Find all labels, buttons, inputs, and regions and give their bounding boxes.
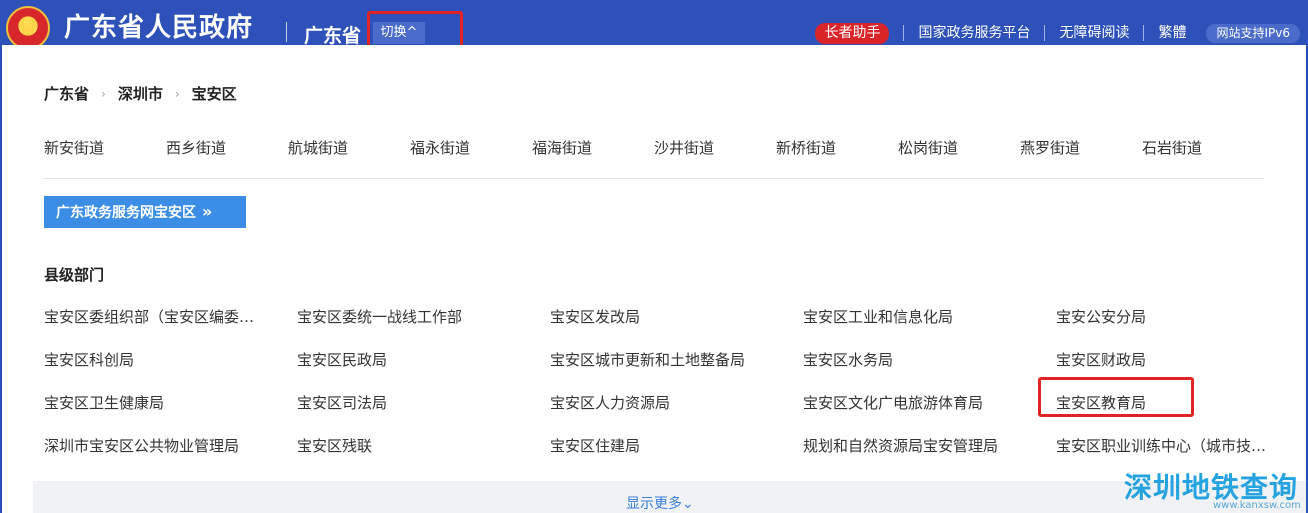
department-item[interactable]: 规划和自然资源局宝安管理局: [803, 435, 1056, 478]
department-item[interactable]: 宝安区委组织部（宝安区编委办）: [44, 306, 297, 349]
elder-mode-button[interactable]: 长者助手: [815, 22, 890, 44]
street-item[interactable]: 燕罗街道: [1020, 137, 1142, 158]
header-divider: [286, 22, 287, 42]
show-more-label: 显示更多: [626, 496, 682, 512]
department-item[interactable]: 宝安区委统一战线工作部: [297, 306, 550, 349]
link-traditional-chinese[interactable]: 繁體: [1143, 25, 1200, 41]
link-national-service-platform[interactable]: 国家政务服务平台: [903, 25, 1044, 41]
section-divider: [44, 178, 1264, 179]
street-item[interactable]: 石岩街道: [1142, 137, 1264, 158]
site-title[interactable]: 广东省人民政府: [64, 7, 253, 44]
street-item[interactable]: 新桥街道: [776, 137, 898, 158]
breadcrumb-district[interactable]: 宝安区: [192, 83, 237, 104]
department-item[interactable]: 深圳市宝安区公共物业管理局: [44, 435, 297, 478]
department-item[interactable]: 宝安区人力资源局: [550, 392, 803, 435]
street-item[interactable]: 航城街道: [288, 137, 410, 158]
breadcrumb: 广东省 › 深圳市 › 宝安区: [44, 83, 237, 104]
region-dropdown-panel: 广东省 › 深圳市 › 宝安区 新安街道 西乡街道 航城街道 福永街道 福海街道…: [2, 45, 1308, 513]
breadcrumb-separator-icon: ›: [101, 86, 106, 101]
department-item[interactable]: 宝安区残联: [297, 435, 550, 478]
street-item[interactable]: 松岗街道: [898, 137, 1020, 158]
department-item[interactable]: 宝安区城市更新和土地整备局: [550, 349, 803, 392]
street-list: 新安街道 西乡街道 航城街道 福永街道 福海街道 沙井街道 新桥街道 松岗街道 …: [44, 137, 1264, 158]
link-accessible-reading[interactable]: 无障碍阅读: [1044, 25, 1143, 41]
department-item[interactable]: 宝安公安分局: [1056, 306, 1308, 349]
department-item[interactable]: 宝安区水务局: [803, 349, 1056, 392]
current-province: 广东省: [304, 25, 362, 47]
breadcrumb-city[interactable]: 深圳市: [118, 83, 163, 104]
section-title-county-departments: 县级部门: [44, 266, 105, 284]
street-item[interactable]: 西乡街道: [166, 137, 288, 158]
highlight-frame-education-bureau: [1038, 377, 1194, 417]
street-item[interactable]: 福永街道: [410, 137, 532, 158]
national-emblem-icon: ★: [6, 6, 50, 50]
department-item[interactable]: 宝安区卫生健康局: [44, 392, 297, 435]
guangdong-service-portal-button[interactable]: 广东政务服务网宝安区 »: [44, 196, 246, 228]
department-item[interactable]: 宝安区司法局: [297, 392, 550, 435]
double-chevron-right-icon: »: [202, 202, 213, 221]
department-item[interactable]: 宝安区住建局: [550, 435, 803, 478]
department-item[interactable]: 宝安区工业和信息化局: [803, 306, 1056, 349]
chevron-down-icon: ⌄: [682, 496, 694, 512]
department-item[interactable]: 宝安区发改局: [550, 306, 803, 349]
street-item[interactable]: 新安街道: [44, 137, 166, 158]
street-item[interactable]: 福海街道: [532, 137, 654, 158]
breadcrumb-separator-icon: ›: [174, 86, 180, 101]
breadcrumb-province[interactable]: 广东省: [44, 83, 89, 104]
show-more-bar[interactable]: 显示更多⌄: [33, 481, 1306, 513]
ipv6-badge: 网站支持IPv6: [1206, 23, 1300, 43]
department-item[interactable]: 宝安区科创局: [44, 349, 297, 392]
top-header: ★ 广东省人民政府 广东省 切换^ 长者助手 国家政务服务平台 无障碍阅读 繁體…: [0, 0, 1308, 52]
department-item[interactable]: 宝安区民政局: [297, 349, 550, 392]
street-item[interactable]: 沙井街道: [654, 137, 776, 158]
top-links: 长者助手 国家政务服务平台 无障碍阅读 繁體 网站支持IPv6: [815, 22, 1308, 44]
department-item[interactable]: 宝安区文化广电旅游体育局: [803, 392, 1056, 435]
service-button-label: 广东政务服务网宝安区: [56, 205, 196, 221]
watermark-url: www.kanxsw.com: [1213, 500, 1301, 511]
show-more-button[interactable]: 显示更多⌄: [626, 493, 694, 513]
